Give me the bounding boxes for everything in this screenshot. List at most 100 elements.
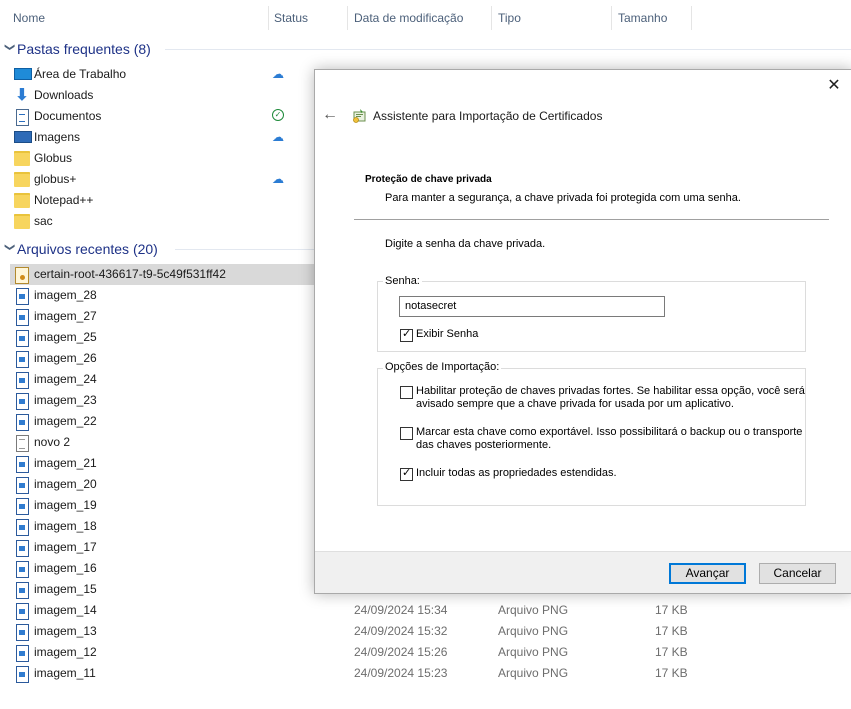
item-name: novo 2 [34, 435, 71, 449]
item-name: certain-root-436617-t9-5c49f531ff42 [34, 267, 226, 281]
extended-properties-checkbox[interactable] [400, 467, 413, 481]
image-file-icon [16, 351, 29, 368]
list-item[interactable]: Globus [10, 148, 316, 169]
group-title: Arquivos recentes (20) [17, 241, 158, 257]
back-arrow-icon[interactable]: ← [322, 107, 338, 123]
list-item[interactable]: imagem_28 [10, 285, 316, 306]
detail-type: Arquivo PNG [498, 666, 569, 680]
show-password-label[interactable]: Exibir Senha [416, 328, 478, 341]
list-item[interactable]: imagem_21 [10, 453, 316, 474]
column-type[interactable]: Tipo [498, 0, 521, 36]
image-file-icon [16, 288, 29, 305]
column-separator[interactable] [611, 6, 612, 30]
column-separator[interactable] [491, 6, 492, 30]
list-item[interactable]: imagem_19 [10, 495, 316, 516]
section-divider [354, 219, 829, 220]
list-item[interactable]: imagem_23 [10, 390, 316, 411]
column-separator[interactable] [347, 6, 348, 30]
item-name: imagem_17 [34, 540, 97, 554]
item-name: Globus [34, 151, 73, 165]
detail-row: 24/09/2024 15:26 Arquivo PNG 17 KB [0, 642, 851, 663]
detail-size: 17 KB [655, 603, 688, 617]
list-item[interactable]: ⬇ Downloads [10, 85, 316, 106]
image-file-icon [16, 582, 29, 599]
download-icon: ⬇ [15, 87, 29, 104]
column-separator[interactable] [691, 6, 692, 30]
image-file-icon [16, 393, 29, 410]
document-icon [16, 109, 29, 126]
detail-row: 24/09/2024 15:32 Arquivo PNG 17 KB [0, 621, 851, 642]
list-item[interactable]: Notepad++ [10, 190, 316, 211]
column-status[interactable]: Status [274, 0, 308, 36]
extended-properties-label[interactable]: Incluir todas as propriedades estendidas… [416, 467, 617, 480]
group-divider [165, 49, 851, 50]
list-item[interactable]: imagem_16 [10, 558, 316, 579]
certificate-wizard-icon [351, 108, 367, 124]
desktop-icon [14, 68, 32, 80]
list-item[interactable]: sac [10, 211, 316, 232]
item-name: imagem_22 [34, 414, 97, 428]
pictures-icon [14, 131, 32, 143]
group-title: Pastas frequentes (8) [17, 41, 151, 57]
item-name: Documentos [34, 109, 102, 123]
item-name: imagem_23 [34, 393, 97, 407]
folder-icon [14, 193, 30, 208]
item-name: Notepad++ [34, 193, 94, 207]
list-item[interactable]: novo 2 [10, 432, 316, 453]
strong-protection-label[interactable]: Habilitar proteção de chaves privadas fo… [416, 385, 811, 411]
image-file-icon [16, 498, 29, 515]
column-date[interactable]: Data de modificação [354, 0, 463, 36]
section-description: Para manter a segurança, a chave privada… [385, 192, 741, 204]
list-item[interactable]: globus+ ☁ [10, 169, 316, 190]
list-item[interactable]: imagem_24 [10, 369, 316, 390]
image-file-icon [16, 372, 29, 389]
list-item[interactable]: imagem_18 [10, 516, 316, 537]
detail-date: 24/09/2024 15:34 [354, 603, 448, 617]
next-button[interactable]: Avançar [669, 563, 746, 584]
list-item[interactable]: Documentos ✓ [10, 106, 316, 127]
detail-date: 24/09/2024 15:23 [354, 666, 448, 680]
password-legend: Senha: [383, 275, 422, 287]
detail-size: 17 KB [655, 624, 688, 638]
column-separator[interactable] [268, 6, 269, 30]
column-name[interactable]: Nome [13, 0, 45, 36]
exportable-key-checkbox[interactable] [400, 427, 413, 440]
item-name: Downloads [34, 88, 94, 102]
item-name: imagem_18 [34, 519, 97, 533]
group-frequent-folders[interactable]: ❯ Pastas frequentes (8) [0, 38, 851, 60]
wizard-title: Assistente para Importação de Certificad… [373, 109, 603, 123]
cancel-button[interactable]: Cancelar [759, 563, 836, 584]
password-input[interactable]: notasecret [399, 296, 665, 317]
list-item[interactable]: imagem_26 [10, 348, 316, 369]
show-password-checkbox[interactable] [400, 328, 413, 342]
column-size[interactable]: Tamanho [618, 0, 667, 36]
item-name: sac [34, 214, 53, 228]
detail-type: Arquivo PNG [498, 624, 569, 638]
detail-size: 17 KB [655, 645, 688, 659]
import-options-legend: Opções de Importação: [383, 361, 502, 373]
strong-protection-checkbox[interactable] [400, 386, 413, 399]
detail-type: Arquivo PNG [498, 603, 569, 617]
list-item[interactable]: certain-root-436617-t9-5c49f531ff42 [10, 264, 316, 285]
list-item[interactable]: Imagens ☁ [10, 127, 316, 148]
item-name: imagem_25 [34, 330, 97, 344]
exportable-key-label[interactable]: Marcar esta chave como exportável. Isso … [416, 426, 811, 452]
list-item[interactable]: imagem_22 [10, 411, 316, 432]
item-name: imagem_26 [34, 351, 97, 365]
list-item[interactable]: imagem_20 [10, 474, 316, 495]
list-item[interactable]: imagem_17 [10, 537, 316, 558]
list-item[interactable]: imagem_25 [10, 327, 316, 348]
close-icon[interactable]: ✕ [826, 78, 842, 94]
item-name: imagem_19 [34, 498, 97, 512]
detail-row: 24/09/2024 15:23 Arquivo PNG 17 KB [0, 663, 851, 684]
folder-icon [14, 172, 30, 187]
image-file-icon [16, 330, 29, 347]
password-prompt: Digite a senha da chave privada. [385, 238, 546, 250]
detail-date: 24/09/2024 15:26 [354, 645, 448, 659]
image-file-icon [16, 414, 29, 431]
list-item[interactable]: imagem_27 [10, 306, 316, 327]
list-item[interactable]: Área de Trabalho ☁ [10, 64, 316, 85]
item-name: imagem_21 [34, 456, 97, 470]
list-item[interactable]: imagem_15 [10, 579, 316, 600]
wizard-footer: Avançar Cancelar [315, 551, 851, 593]
